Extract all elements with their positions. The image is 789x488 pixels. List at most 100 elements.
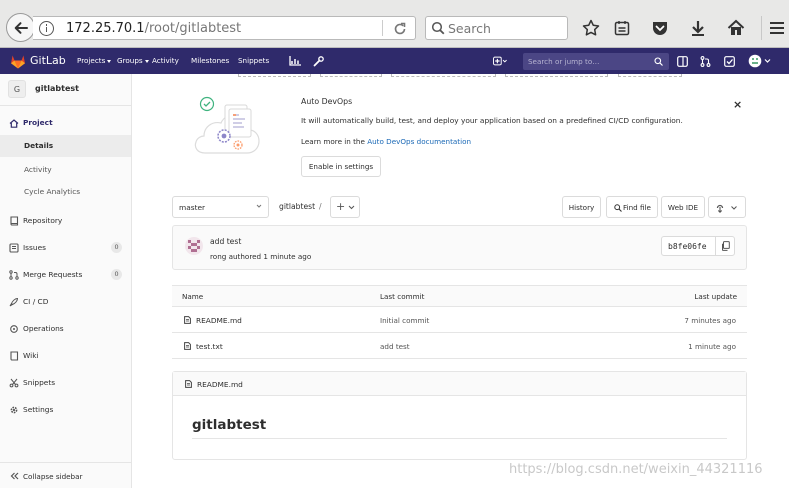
sidebar-project-header[interactable]: G gitlabtest [0,74,131,106]
web-ide-button[interactable]: Web IDE [661,196,705,218]
devops-illustration [194,96,260,154]
add-to-tree-button[interactable]: + [330,196,360,218]
browser-toolbar: 172.25.70.1/root/gitlabtest [0,0,789,48]
copy-sha-button[interactable] [715,237,735,255]
devops-learn-prefix: Learn more in the [301,137,368,146]
devops-docs-link[interactable]: Auto DevOps documentation [367,137,471,146]
table-row[interactable]: test.txt add test 1 minute ago [172,333,747,359]
reading-list-icon[interactable] [611,17,633,39]
table-row[interactable]: README.md Initial commit 7 minutes ago [172,307,747,333]
enable-in-settings-button[interactable]: Enable in settings [301,156,381,177]
url-text[interactable]: 172.25.70.1/root/gitlabtest [66,21,241,36]
readme-panel: README.md gitlabtest [172,371,747,460]
gitlab-navbar: GitLab Projects Groups Activity Mileston… [0,48,789,74]
sidebar-item-snippets[interactable]: Snippets [0,373,131,393]
downloads-icon[interactable] [687,17,709,39]
sidebar-item-merge-requests[interactable]: Merge Requests 0 [0,265,131,285]
sidebar-item-settings[interactable]: Settings [0,400,131,420]
author-avatar[interactable] [185,237,203,255]
sidebar-item-issues[interactable]: Issues 0 [0,238,131,258]
browser-search-box[interactable] [425,16,568,40]
toolbar-divider [761,16,762,40]
browser-search-input[interactable] [448,20,558,36]
column-header-name: Name [182,292,204,301]
double-chevron-left-icon [10,472,19,480]
branch-name: master [179,203,206,212]
gear-icon [9,405,19,415]
reload-icon[interactable] [393,22,407,36]
history-button[interactable]: History [562,196,601,218]
readme-file-name[interactable]: README.md [197,380,243,389]
breadcrumb-project[interactable]: gitlabtest [279,202,315,211]
admin-wrench-icon[interactable] [311,54,325,68]
sidebar-item-repository[interactable]: Repository [0,211,131,231]
chevron-down-icon [348,205,355,210]
close-icon[interactable]: × [733,98,742,111]
nav-projects-label: Projects [77,56,106,65]
sidebar-item-wiki[interactable]: Wiki [0,346,131,366]
breadcrumb-separator: / [319,202,322,211]
stats-placeholder [391,74,496,77]
file-icon [184,342,191,350]
commit-sha[interactable]: b8fe06fe [668,242,707,251]
commit-title[interactable]: add test [210,237,241,246]
nav-activity[interactable]: Activity [152,56,179,65]
site-info-icon[interactable] [39,21,54,36]
clone-icon [716,204,724,213]
sidebar-item-ci-cd[interactable]: CI / CD [0,292,131,312]
back-button[interactable] [6,13,35,42]
clone-button[interactable] [708,196,746,218]
nav-snippets[interactable]: Snippets [238,56,269,65]
collapse-sidebar-button[interactable]: Collapse sidebar [0,462,131,488]
sidebar-toggle-icon[interactable] [675,54,689,68]
nav-milestones[interactable]: Milestones [191,56,229,65]
issues-count-badge: 0 [111,242,122,253]
sidebar-subitem-cycle-analytics[interactable]: Cycle Analytics [0,181,131,203]
file-name[interactable]: README.md [196,316,242,325]
sidebar-item-label: Project [23,118,53,127]
gitlab-brand[interactable]: GitLab [30,54,66,67]
nav-groups-label: Groups [117,56,143,65]
user-avatar-menu[interactable] [748,54,772,68]
file-last-commit[interactable]: Initial commit [380,316,429,325]
find-file-button[interactable]: Find file [606,196,658,218]
sidebar-subitem-activity[interactable]: Activity [0,159,131,181]
nav-projects[interactable]: Projects [77,56,112,65]
nav-groups[interactable]: Groups [117,56,149,65]
branch-selector[interactable]: master [172,196,269,218]
project-name[interactable]: gitlabtest [35,84,79,93]
column-header-last-commit: Last commit [380,292,425,301]
sidebar-item-label: Wiki [23,351,39,360]
new-item-plus-icon[interactable] [493,54,507,68]
sidebar-item-operations[interactable]: Operations [0,319,131,339]
devops-learn-more: Learn more in the Auto DevOps documentat… [301,137,471,146]
search-icon [614,204,622,212]
home-icon[interactable] [725,17,747,39]
gitlab-logo-icon[interactable] [10,54,26,69]
pocket-icon[interactable] [649,17,671,39]
file-last-commit[interactable]: add test [380,342,410,351]
hamburger-menu-icon[interactable] [766,17,788,39]
todos-icon[interactable] [722,54,736,68]
sidebar-subitem-label: Activity [24,165,52,174]
chevron-down-icon [731,206,737,210]
gitlab-search-input[interactable] [528,55,648,68]
file-name[interactable]: test.txt [196,342,223,351]
file-icon [184,316,191,324]
stats-placeholder [320,74,382,77]
url-bar[interactable]: 172.25.70.1/root/gitlabtest [33,16,416,40]
devops-title: Auto DevOps [301,97,353,106]
readme-heading: gitlabtest [192,417,267,433]
home-icon [9,118,19,128]
bookmark-star-icon[interactable] [580,17,602,39]
gitlab-search-box[interactable] [523,53,669,70]
sidebar-item-project[interactable]: Project [0,113,131,133]
sidebar-subitem-details[interactable]: Details [0,135,131,157]
stats-placeholder [505,74,608,77]
book-icon [9,216,19,226]
merge-request-icon[interactable] [698,54,712,68]
file-last-update: 7 minutes ago [684,316,736,325]
admin-chart-icon[interactable] [288,54,302,68]
sidebar-item-label: Merge Requests [23,270,83,279]
readme-header: README.md [173,372,746,396]
